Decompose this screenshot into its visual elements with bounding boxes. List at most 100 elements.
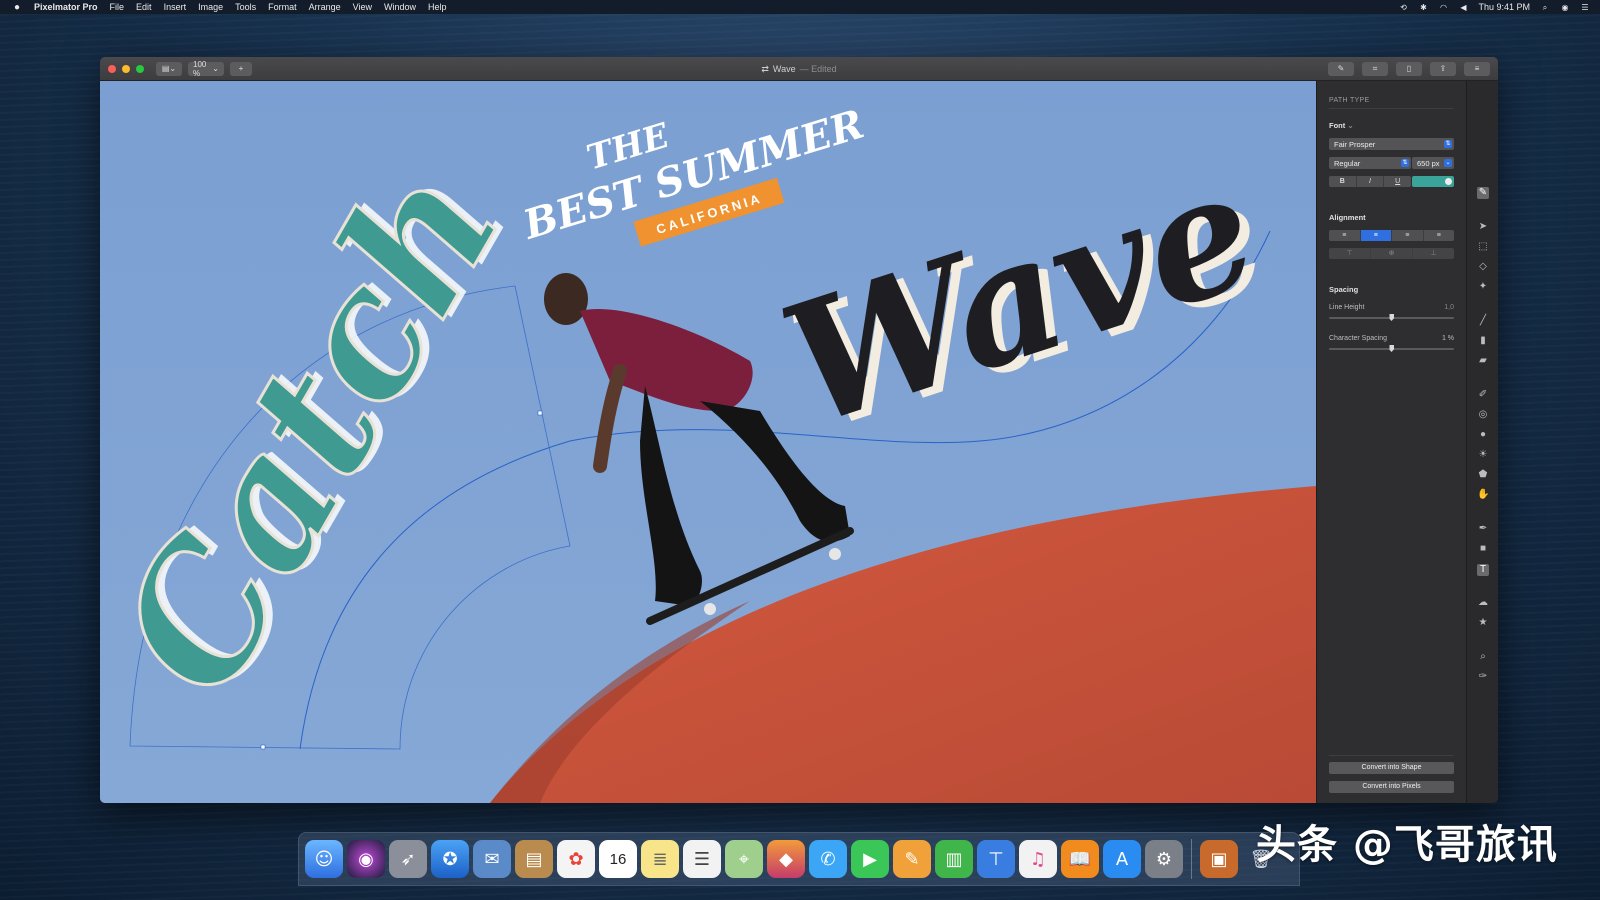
erase-tool-icon[interactable]: ▰: [1477, 355, 1489, 367]
minimize-window-button[interactable]: [122, 64, 130, 73]
quick-selection-icon[interactable]: ✦: [1477, 281, 1489, 293]
notification-center-icon[interactable]: ☰: [1580, 3, 1590, 12]
menu-edit[interactable]: Edit: [136, 2, 152, 12]
image-canvas[interactable]: THE BEST SUMMER CALIFORNIA Catch Catch W…: [100, 81, 1316, 803]
bold-button[interactable]: B: [1329, 176, 1357, 187]
numbers-icon[interactable]: ▥: [935, 840, 973, 878]
blur-tool-icon[interactable]: ●: [1477, 429, 1489, 441]
align-bottom-button[interactable]: ⊥: [1413, 248, 1454, 259]
itunes-icon[interactable]: ♫: [1019, 840, 1057, 878]
type-tool-icon[interactable]: T: [1477, 564, 1489, 576]
text-color-well[interactable]: [1412, 176, 1454, 187]
lasso-tool-icon[interactable]: ◇: [1477, 261, 1489, 273]
menu-image[interactable]: Image: [198, 2, 223, 12]
sponge-tool-icon[interactable]: ☀: [1477, 449, 1489, 461]
pages-icon[interactable]: ✎: [893, 840, 931, 878]
crop-button[interactable]: ⌗: [1362, 61, 1388, 76]
color-adjust-icon[interactable]: ☁: [1477, 597, 1489, 609]
maps-icon[interactable]: ⌖: [725, 840, 763, 878]
warp-tool-icon[interactable]: ✋: [1477, 489, 1489, 501]
appstore-icon[interactable]: A: [1103, 840, 1141, 878]
font-style-select[interactable]: Regular ⇅: [1329, 157, 1411, 169]
document-button[interactable]: ▯: [1396, 61, 1422, 76]
volume-icon[interactable]: ◀: [1458, 3, 1468, 12]
menu-help[interactable]: Help: [428, 2, 447, 12]
close-window-button[interactable]: [108, 64, 116, 73]
mail-icon[interactable]: ✉: [473, 840, 511, 878]
align-left-button[interactable]: ≡: [1329, 230, 1361, 241]
selection-tool-icon[interactable]: ⬚: [1477, 241, 1489, 253]
keynote-icon[interactable]: ⊤: [977, 840, 1015, 878]
eyedropper-tool-icon[interactable]: ✑: [1477, 671, 1489, 683]
font-size-field[interactable]: 650 px ⌄: [1412, 157, 1454, 169]
launchpad-icon[interactable]: ➶: [389, 840, 427, 878]
line-height-slider[interactable]: [1329, 313, 1454, 323]
paint-tool-icon[interactable]: ╱: [1477, 315, 1489, 327]
underline-button[interactable]: U: [1384, 176, 1411, 187]
apple-menu-icon[interactable]: ●: [10, 2, 24, 13]
menu-arrange[interactable]: Arrange: [309, 2, 341, 12]
menu-tools[interactable]: Tools: [235, 2, 256, 12]
shape-tool-icon[interactable]: ■: [1477, 543, 1489, 555]
add-button[interactable]: +: [230, 61, 252, 76]
calendar-icon[interactable]: 16: [599, 840, 637, 878]
fill-tool-icon[interactable]: ▮: [1477, 335, 1489, 347]
path-handle[interactable]: [260, 744, 266, 750]
time-machine-icon[interactable]: ⟲: [1398, 3, 1408, 12]
clone-tool-icon[interactable]: ◎: [1477, 409, 1489, 421]
siri-menu-icon[interactable]: ◉: [1560, 3, 1570, 12]
siri-icon[interactable]: ◉: [347, 840, 385, 878]
convert-into-pixels-button[interactable]: Convert into Pixels: [1329, 781, 1454, 793]
align-middle-button[interactable]: ⊕: [1371, 248, 1413, 259]
align-right-button[interactable]: ≡: [1392, 230, 1424, 241]
finder-icon[interactable]: ☺: [305, 840, 343, 878]
spotlight-icon[interactable]: ⌕: [1540, 3, 1550, 12]
notes-icon[interactable]: ≣: [641, 840, 679, 878]
messages-icon[interactable]: ✆: [809, 840, 847, 878]
convert-into-shape-button[interactable]: Convert into Shape: [1329, 762, 1454, 774]
char-spacing-slider[interactable]: [1329, 344, 1454, 354]
zoom-dropdown[interactable]: 100 % ⌄: [188, 60, 224, 78]
books-icon[interactable]: 📖: [1061, 840, 1099, 878]
path-handle[interactable]: [537, 410, 543, 416]
downloads-folder-icon[interactable]: ▣: [1200, 840, 1238, 878]
facetime-icon[interactable]: ▶: [851, 840, 889, 878]
align-justify-button[interactable]: ≡: [1424, 230, 1455, 241]
reminders-icon[interactable]: ☰: [683, 840, 721, 878]
font-section-label[interactable]: Font ⌄: [1329, 121, 1454, 130]
menu-insert[interactable]: Insert: [164, 2, 187, 12]
menu-app-name[interactable]: Pixelmator Pro: [34, 2, 98, 12]
contacts-icon[interactable]: ▤: [515, 840, 553, 878]
char-spacing-value[interactable]: 1 %: [1442, 335, 1454, 342]
retouch-tool-icon[interactable]: ✐: [1477, 389, 1489, 401]
pixelmator-icon[interactable]: ◆: [767, 840, 805, 878]
format-brush-button[interactable]: ✎: [1328, 61, 1354, 76]
menu-window[interactable]: Window: [384, 2, 416, 12]
slider-thumb[interactable]: [1389, 345, 1394, 352]
clock[interactable]: Thu 9:41 PM: [1478, 2, 1530, 12]
safari-icon[interactable]: ✪: [431, 840, 469, 878]
menu-file[interactable]: File: [110, 2, 125, 12]
pen-tool-icon[interactable]: ✒: [1477, 523, 1489, 535]
bluetooth-icon[interactable]: ✱: [1418, 3, 1428, 12]
slider-thumb[interactable]: [1389, 314, 1394, 321]
menu-view[interactable]: View: [353, 2, 372, 12]
layers-sidebar-button[interactable]: ▤⌄: [156, 61, 182, 76]
italic-button[interactable]: I: [1357, 176, 1385, 187]
line-height-value[interactable]: 1,0: [1444, 304, 1454, 311]
photos-icon[interactable]: ✿: [557, 840, 595, 878]
font-family-select[interactable]: Fair Prosper ⇅: [1329, 138, 1454, 150]
zoom-tool-icon[interactable]: ⌕: [1477, 651, 1489, 663]
effects-tool-icon[interactable]: ★: [1477, 617, 1489, 629]
arrange-tool-icon[interactable]: ➤: [1477, 221, 1489, 233]
style-tool-icon[interactable]: ✎: [1477, 187, 1489, 199]
system-preferences-icon[interactable]: ⚙: [1145, 840, 1183, 878]
align-center-button[interactable]: ≡: [1360, 230, 1392, 241]
share-button[interactable]: ⇪: [1430, 61, 1456, 76]
burn-tool-icon[interactable]: ⬟: [1477, 469, 1489, 481]
zoom-window-button[interactable]: [136, 64, 144, 73]
wifi-icon[interactable]: ◠: [1438, 3, 1448, 12]
align-top-button[interactable]: ⊤: [1329, 248, 1371, 259]
menu-format[interactable]: Format: [268, 2, 297, 12]
adjust-button[interactable]: ≡: [1464, 61, 1490, 76]
